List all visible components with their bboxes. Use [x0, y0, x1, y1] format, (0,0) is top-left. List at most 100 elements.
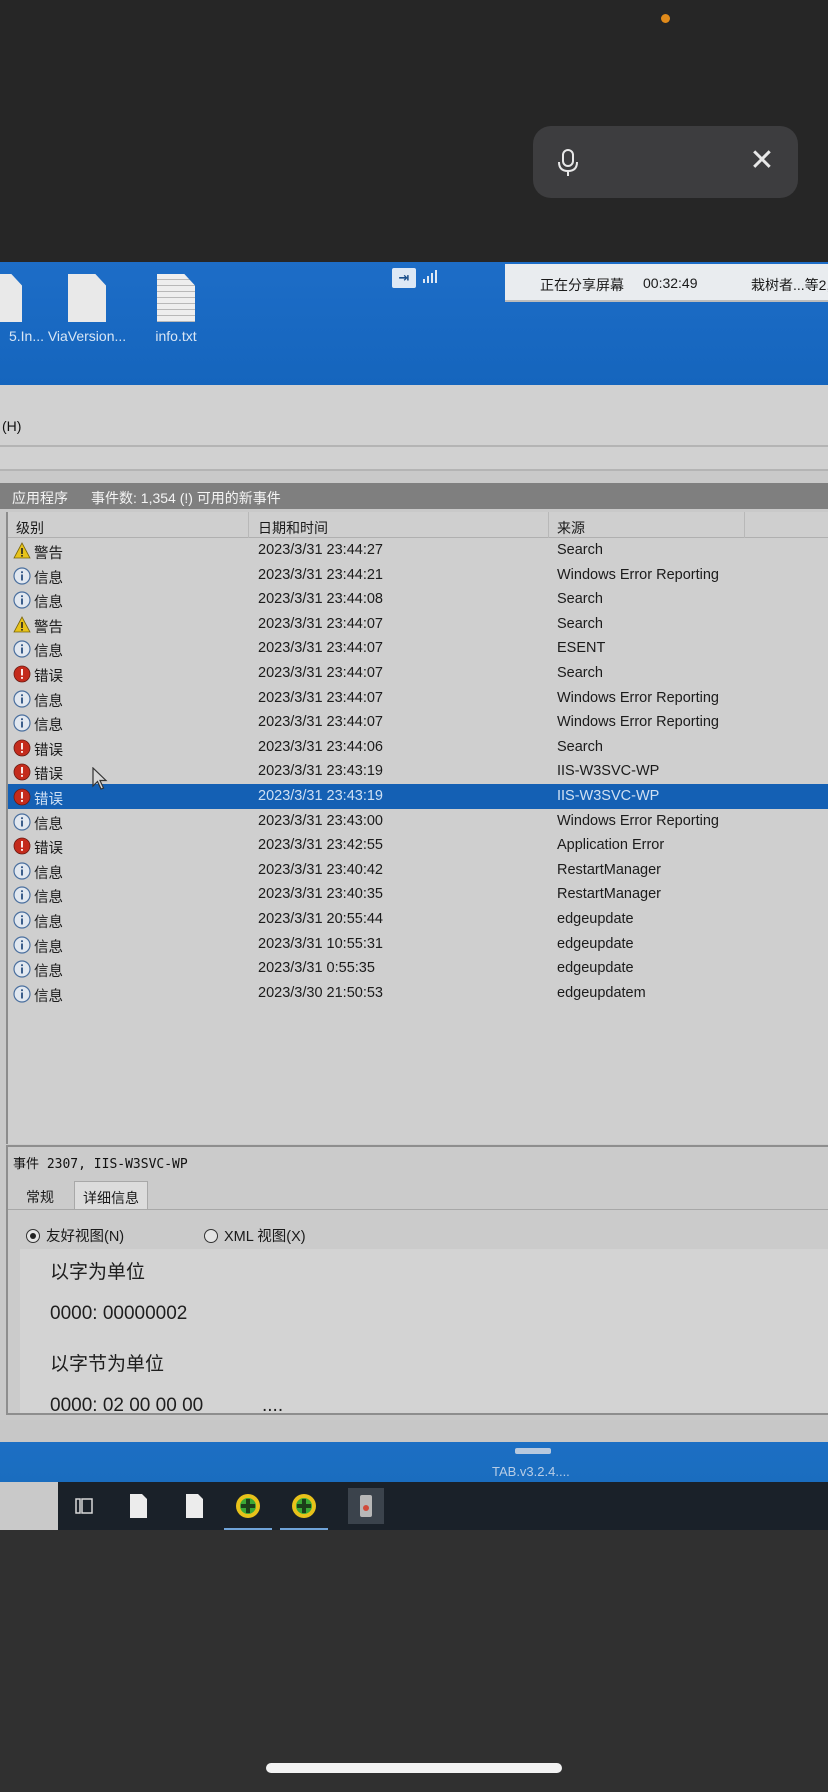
table-row[interactable]: 信息 2023/3/31 23:44:07 Windows Error Report… [8, 686, 828, 711]
taskbar-gap [0, 1482, 58, 1530]
row-level: 警告 [34, 546, 63, 562]
green-app-icon[interactable] [280, 1488, 328, 1530]
row-datetime: 2023/3/31 10:55:31 [258, 935, 383, 952]
row-datetime: 2023/3/31 20:55:44 [258, 910, 383, 927]
row-datetime: 2023/3/31 23:44:21 [258, 566, 383, 583]
table-row[interactable]: 信息 2023/3/31 23:40:35 RestartManager [8, 882, 828, 907]
row-level: 信息 [34, 939, 63, 956]
share-viewers[interactable]: 栽树者...等2, [751, 275, 828, 295]
detail-content: 以字为单位 0000: 00000002 以字节为单位 0000: 02 00 … [20, 1249, 828, 1416]
home-indicator[interactable] [266, 1763, 562, 1773]
recording-indicator-dot [661, 14, 670, 23]
info-icon [13, 862, 31, 880]
table-row[interactable]: 信息 2023/3/31 23:44:07 Windows Error Report… [8, 710, 828, 735]
file-icon[interactable] [176, 1488, 212, 1524]
table-row[interactable]: 信息 2023/3/31 23:44:21 Windows Error Report… [8, 563, 828, 588]
pin-icon[interactable]: ⇥ [392, 268, 416, 288]
divider [8, 1209, 828, 1210]
table-row[interactable]: 信息 2023/3/31 23:40:42 RestartManager [8, 858, 828, 883]
close-icon[interactable]: ✕ [747, 146, 777, 176]
row-datetime: 2023/3/31 23:43:19 [258, 763, 383, 780]
table-row[interactable]: 警告 2023/3/31 23:44:07 Search [8, 612, 828, 637]
file-icon[interactable] [120, 1488, 156, 1524]
drag-handle[interactable] [515, 1448, 551, 1454]
desktop-file-label: 5.In... [8, 328, 44, 344]
row-source: Windows Error Reporting [557, 714, 719, 731]
file-icon [0, 274, 22, 322]
column-separator[interactable] [248, 512, 249, 538]
error-icon [13, 788, 31, 806]
desktop-file-label: ViaVersion... [47, 328, 127, 344]
signal-icon [423, 270, 437, 283]
table-row[interactable]: 信息 2023/3/31 23:44:07 ESENT [8, 636, 828, 661]
table-row[interactable]: 信息 2023/3/31 23:44:08 Search [8, 587, 828, 612]
row-source: Search [557, 615, 603, 632]
log-header: 应用程序 事件数: 1,354 (!) 可用的新事件 [0, 483, 828, 509]
column-separator[interactable] [744, 512, 745, 538]
row-level: 信息 [34, 964, 63, 981]
row-datetime: 2023/3/31 23:44:08 [258, 591, 383, 608]
column-header-datetime[interactable]: 日期和时间 [258, 518, 328, 538]
screen-share-bar: 正在分享屏幕 00:32:49 栽树者...等2, [505, 264, 828, 302]
error-icon [13, 763, 31, 781]
row-source: Application Error [557, 837, 665, 854]
column-separator[interactable] [548, 512, 549, 538]
table-row[interactable]: 错误 2023/3/31 23:43:19 IIS-W3SVC-WP [8, 759, 828, 784]
desktop-file-icon[interactable]: info.txt [131, 274, 221, 344]
info-icon [13, 591, 31, 609]
row-level: 错误 [34, 791, 63, 808]
table-header: 级别 日期和时间 来源 [8, 512, 828, 538]
taskbar [58, 1482, 828, 1530]
row-level: 信息 [34, 693, 63, 710]
desktop-file-label: info.txt [155, 328, 197, 344]
menu-bar: (H) [0, 385, 828, 471]
info-icon [13, 886, 31, 904]
row-level: 信息 [34, 890, 63, 907]
row-level: 信息 [34, 718, 63, 735]
row-level: 错误 [34, 767, 63, 784]
table-row[interactable]: 信息 2023/3/31 10:55:31 edgeupdate [8, 932, 828, 957]
info-icon [13, 640, 31, 658]
table-row[interactable]: 错误 2023/3/31 23:44:06 Search [8, 735, 828, 760]
column-header-source[interactable]: 来源 [557, 518, 585, 538]
desktop-file-icon[interactable]: ViaVersion... [42, 274, 132, 344]
green-app-icon[interactable] [224, 1488, 272, 1530]
table-row[interactable]: 错误 2023/3/31 23:42:55 Application Error [8, 833, 828, 858]
info-icon [13, 689, 31, 708]
row-source: edgeupdate [557, 960, 634, 977]
column-header-level[interactable]: 级别 [16, 518, 44, 538]
row-source: Search [557, 591, 603, 608]
row-source: IIS-W3SVC-WP [557, 787, 660, 804]
error-icon [13, 837, 31, 855]
info-icon [13, 960, 31, 978]
row-datetime: 2023/3/31 23:43:19 [258, 787, 383, 804]
detail-line: .... [262, 1395, 284, 1416]
tab-general[interactable]: 常规 [18, 1181, 62, 1209]
table-row[interactable]: 信息 2023/3/31 23:43:00 Windows Error Report… [8, 809, 828, 834]
friendly-view-radio[interactable]: 友好视图(N) [26, 1225, 124, 1246]
table-row[interactable]: 错误 2023/3/31 23:44:07 Search [8, 661, 828, 686]
xml-view-radio[interactable]: XML 视图(X) [204, 1225, 306, 1246]
task-view-icon[interactable] [66, 1488, 102, 1524]
desktop-file-icon[interactable]: 5.In... [0, 274, 48, 344]
detail-line: 以字为单位 [50, 1262, 146, 1283]
table-row[interactable]: 信息 2023/3/31 0:55:35 edgeupdate [8, 956, 828, 981]
row-source: edgeupdate [557, 910, 634, 927]
tab-details[interactable]: 详细信息 [74, 1181, 148, 1209]
detail-line: 0000: 02 00 00 00 [50, 1395, 204, 1416]
menu-help[interactable]: (H) [2, 418, 21, 434]
divider [0, 469, 828, 471]
error-icon [13, 665, 31, 683]
info-icon [13, 911, 31, 929]
microphone-icon[interactable] [555, 148, 581, 178]
table-row-selected[interactable]: 错误 2023/3/31 23:43:19 IIS-W3SVC-WP [8, 783, 828, 809]
table-row[interactable]: 警告 2023/3/31 23:44:27 Search [8, 538, 828, 563]
row-level: 错误 [34, 742, 63, 759]
app-icon[interactable] [348, 1488, 384, 1524]
table-row[interactable]: 信息 2023/3/30 21:50:53 edgeupdatem [8, 981, 828, 1006]
table-row[interactable]: 信息 2023/3/31 20:55:44 edgeupdate [8, 907, 828, 932]
row-datetime: 2023/3/31 23:42:55 [258, 837, 383, 854]
detail-line: 0000: 00000002 [50, 1303, 188, 1324]
tab-version-label: TAB.v3.2.4.... [492, 1464, 570, 1479]
row-datetime: 2023/3/31 23:44:07 [258, 640, 383, 657]
